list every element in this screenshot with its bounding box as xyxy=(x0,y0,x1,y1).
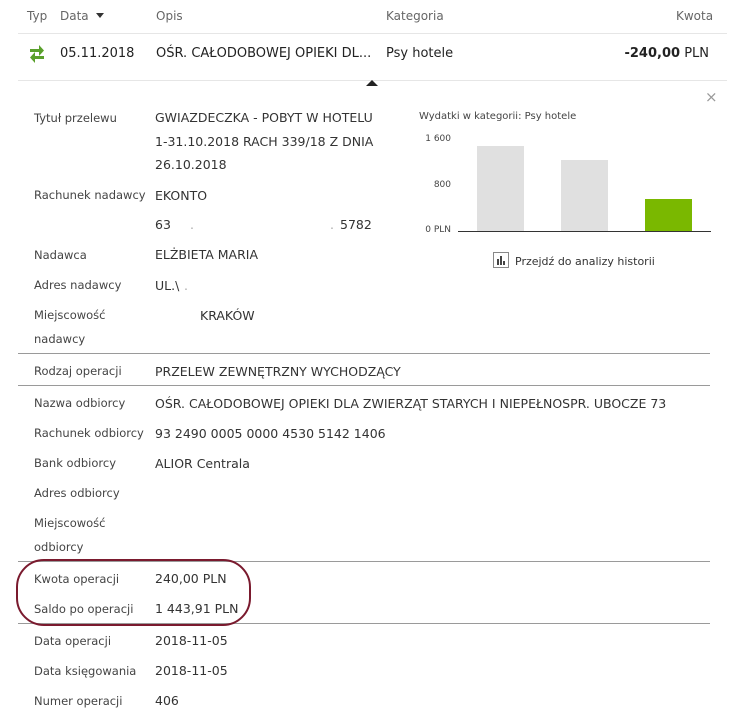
chart-bar xyxy=(645,199,693,231)
section-divider xyxy=(18,385,710,386)
value-adres-nadawcy: UL.\ xyxy=(155,278,180,293)
label-data-operacji: Data operacji xyxy=(34,634,112,648)
column-header-opis: Opis xyxy=(156,9,183,23)
chart-category-name: Psy hotele xyxy=(524,111,577,122)
label-miejscowosc-odbiorcy-1: Miejscowość xyxy=(34,516,106,530)
chart-title-label: Wydatki w kategorii: xyxy=(419,111,522,122)
label-bank-odbiorcy: Bank odbiorcy xyxy=(34,456,117,470)
amount-currency: PLN xyxy=(684,46,709,61)
bar-chart-icon xyxy=(493,252,509,271)
label-numer-operacji: Numer operacji xyxy=(34,694,123,708)
label-rachunek-odbiorcy: Rachunek odbiorcy xyxy=(34,426,144,440)
column-header-kategoria: Kategoria xyxy=(386,9,444,23)
transaction-date: 05.11.2018 xyxy=(60,46,135,61)
value-nadawca: ELŻBIETA MARIA xyxy=(155,247,259,262)
value-miejscowosc-nadawcy: KRAKÓW xyxy=(200,308,255,323)
close-icon[interactable]: × xyxy=(705,90,718,105)
column-header-typ: Typ xyxy=(27,9,48,23)
transaction-amount: -240,00 PLN xyxy=(600,46,709,61)
label-tytul: Tytuł przelewu xyxy=(34,111,117,125)
column-header-data-label: Data xyxy=(60,9,89,23)
label-rodzaj: Rodzaj operacji xyxy=(34,364,122,378)
column-header-kwota: Kwota xyxy=(676,9,714,23)
label-adres-nadawcy: Adres nadawcy xyxy=(34,278,122,292)
redaction-dot: . xyxy=(330,217,334,232)
sort-down-icon xyxy=(96,13,105,18)
caret-up-icon xyxy=(366,80,378,86)
label-nadawca: Nadawca xyxy=(34,248,87,262)
label-adres-odbiorcy: Adres odbiorcy xyxy=(34,486,120,500)
history-link[interactable]: Przejdź do analizy historii xyxy=(493,252,655,271)
redaction-dot: . xyxy=(184,278,188,293)
chart-x-axis xyxy=(458,231,711,232)
value-rachunek-nadawcy-name: EKONTO xyxy=(155,188,208,203)
history-link-label: Przejdź do analizy historii xyxy=(515,255,655,268)
transaction-category: Psy hotele xyxy=(386,46,454,61)
value-rachunek-nadawcy-end: 5782 xyxy=(340,217,372,232)
value-tytul-line1: GWIAZDECZKA - POBYT W HOTELU xyxy=(155,110,373,125)
chart-title: Wydatki w kategorii: Psy hotele xyxy=(419,111,576,122)
transfer-arrows-icon xyxy=(28,44,46,68)
value-rachunek-nadawcy-start: 63 xyxy=(155,217,171,232)
label-rachunek-nadawcy: Rachunek nadawcy xyxy=(34,188,146,202)
value-tytul-line2: 1-31.10.2018 RACH 339/18 Z DNIA xyxy=(155,134,374,149)
label-miejscowosc-nadawcy-1: Miejscowość xyxy=(34,308,106,322)
value-bank-odbiorcy: ALIOR Centrala xyxy=(155,456,250,471)
chart-bar xyxy=(561,159,608,231)
value-tytul-line3: 26.10.2018 xyxy=(155,157,227,172)
value-data-operacji: 2018-11-05 xyxy=(155,633,228,648)
value-nazwa-odbiorcy: OŚR. CAŁODOBOWEJ OPIEKI DLA ZWIERZĄT STA… xyxy=(155,396,667,411)
label-nazwa-odbiorcy: Nazwa odbiorcy xyxy=(34,396,126,410)
value-rodzaj: PRZELEW ZEWNĘTRZNY WYCHODZĄCY xyxy=(155,364,401,379)
section-divider xyxy=(18,353,710,354)
chart-bar xyxy=(476,146,524,231)
amount-value: -240,00 xyxy=(624,46,681,61)
value-numer-operacji: 406 xyxy=(155,693,179,708)
highlight-annotation xyxy=(16,559,251,626)
label-miejscowosc-nadawcy-2: nadawcy xyxy=(34,332,86,346)
column-header-data[interactable]: Data xyxy=(60,9,105,23)
value-data-ksiegowania: 2018-11-05 xyxy=(155,663,228,678)
redaction-dot: . xyxy=(190,217,194,232)
label-data-ksiegowania: Data księgowania xyxy=(34,664,137,678)
chart-y-tick: 0 PLN xyxy=(425,225,451,235)
chart-y-tick: 800 xyxy=(433,179,451,190)
transaction-description: OŚR. CAŁODOBOWEJ OPIEKI DL... xyxy=(156,46,372,61)
value-rachunek-odbiorcy: 93 2490 0005 0000 4530 5142 1406 xyxy=(155,426,386,441)
label-miejscowosc-odbiorcy-2: odbiorcy xyxy=(34,540,84,554)
chart-y-tick: 1 600 xyxy=(425,134,451,144)
